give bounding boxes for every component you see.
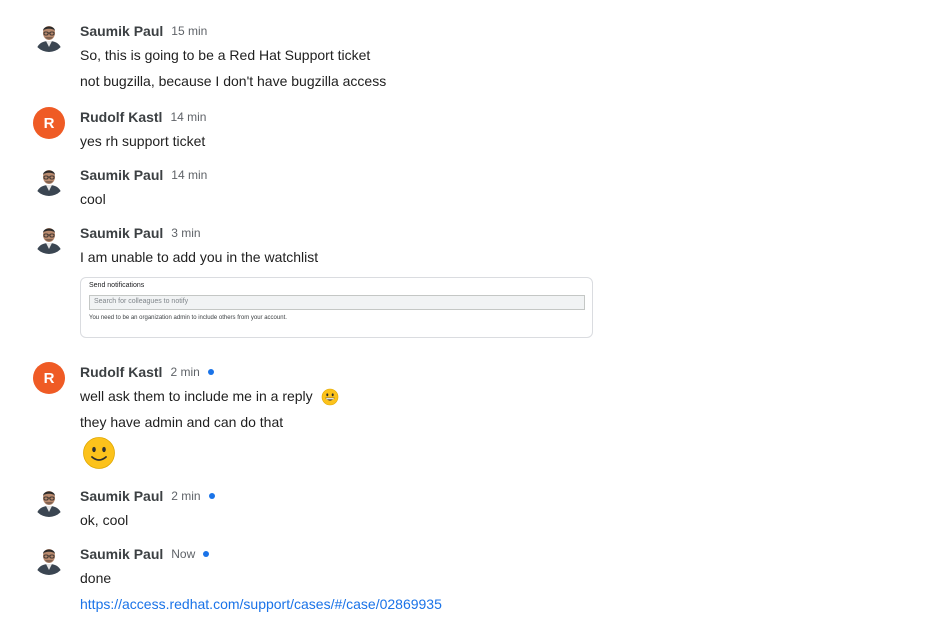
person-photo-icon xyxy=(33,20,65,52)
author-name[interactable]: Rudolf Kastl xyxy=(80,364,162,380)
author-name[interactable]: Saumik Paul xyxy=(80,546,163,562)
timestamp: Now xyxy=(171,547,196,561)
author-name[interactable]: Saumik Paul xyxy=(80,488,163,504)
message-text: well ask them to include me in a reply xyxy=(80,388,313,404)
timestamp: 2 min xyxy=(171,489,201,503)
timestamp: 2 min xyxy=(170,365,200,379)
person-photo-icon xyxy=(33,485,65,517)
author-name[interactable]: Saumik Paul xyxy=(80,167,163,183)
person-photo-icon xyxy=(33,222,65,254)
attachment-placeholder: Search for colleagues to notify xyxy=(94,298,189,305)
message-text: not bugzilla, because I don't have bugzi… xyxy=(80,73,387,89)
avatar[interactable]: R xyxy=(33,362,65,394)
message-text: cool xyxy=(80,191,106,207)
case-link[interactable]: https://access.redhat.com/support/cases/… xyxy=(80,595,442,613)
person-photo-icon xyxy=(33,543,65,575)
screenshot-attachment[interactable]: Send notifications Search for colleagues… xyxy=(80,277,593,338)
unread-dot xyxy=(208,493,215,499)
timestamp: 3 min xyxy=(171,226,201,240)
avatar[interactable] xyxy=(33,20,65,52)
timestamp: 15 min xyxy=(171,24,208,38)
grinning-face-emoji-icon xyxy=(321,388,338,406)
message-text-row: well ask them to include me in a reply xyxy=(80,387,339,406)
unread-dot xyxy=(207,369,214,375)
avatar[interactable]: R xyxy=(33,107,65,139)
message-text: ok, cool xyxy=(80,512,129,528)
message-text: So, this is going to be a Red Hat Suppor… xyxy=(80,47,371,63)
person-photo-icon xyxy=(33,164,65,196)
message-text: I am unable to add you in the watchlist xyxy=(80,249,319,265)
message-text: done xyxy=(80,570,112,586)
message-text: yes rh support ticket xyxy=(80,133,206,149)
author-name[interactable]: Saumik Paul xyxy=(80,23,163,39)
avatar[interactable] xyxy=(33,164,65,196)
slightly-smiling-face-emoji-icon xyxy=(83,437,115,469)
unread-dot xyxy=(203,551,210,557)
message-text: they have admin and can do that xyxy=(80,414,284,430)
author-name[interactable]: Saumik Paul xyxy=(80,225,163,241)
timestamp: 14 min xyxy=(170,110,207,124)
attachment-note: You need to be an organization admin to … xyxy=(89,315,287,321)
author-name[interactable]: Rudolf Kastl xyxy=(80,109,162,125)
avatar[interactable] xyxy=(33,222,65,254)
timestamp: 14 min xyxy=(171,168,208,182)
avatar[interactable] xyxy=(33,543,65,575)
attachment-title: Send notifications xyxy=(89,282,145,289)
avatar[interactable] xyxy=(33,485,65,517)
